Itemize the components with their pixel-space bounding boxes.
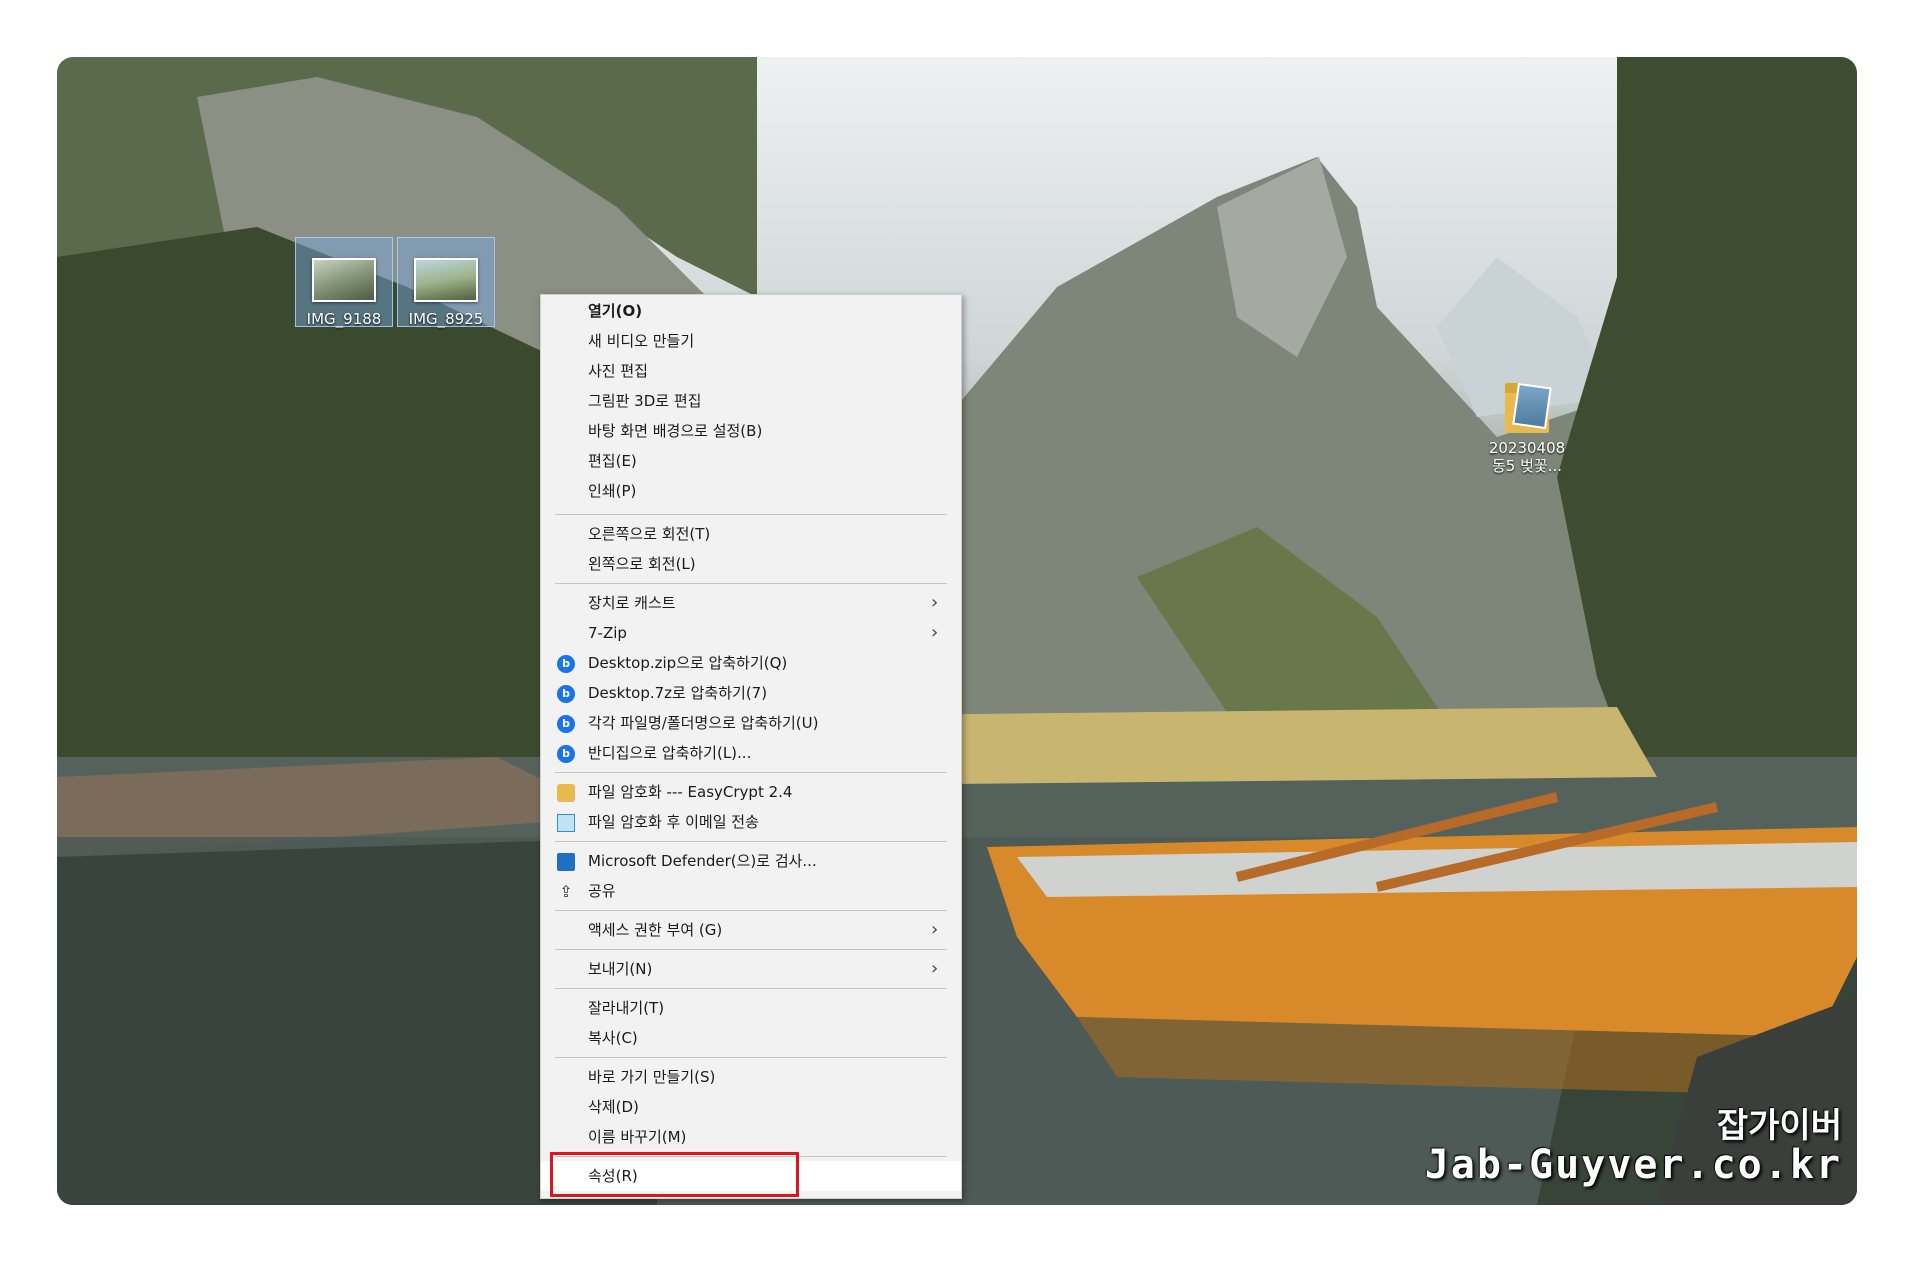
menu-item-print[interactable]: 인쇄(P): [541, 476, 961, 506]
menu-separator: [555, 583, 947, 584]
menu-item-rename[interactable]: 이름 바꾸기(M): [541, 1122, 961, 1152]
menu-item-compress-each[interactable]: b 각각 파일명/폴더명으로 압축하기(U): [541, 708, 961, 738]
menu-item-create-shortcut[interactable]: 바로 가기 만들기(S): [541, 1062, 961, 1092]
desktop-icon-label: IMG_9188: [306, 310, 382, 328]
menu-item-encrypt-email[interactable]: 파일 암호화 후 이메일 전송: [541, 807, 961, 837]
menu-item-compress-zip[interactable]: b Desktop.zip으로 압축하기(Q): [541, 648, 961, 678]
chevron-right-icon: ›: [931, 958, 939, 979]
image-thumbnail-icon: [414, 258, 478, 302]
menu-item-edit-paint3d[interactable]: 그림판 3D로 편집: [541, 386, 961, 416]
menu-item-grant-access[interactable]: 액세스 권한 부여 (G) ›: [541, 915, 961, 945]
menu-item-compress-bandizip[interactable]: b 반디집으로 압축하기(L)...: [541, 738, 961, 768]
menu-separator: [555, 772, 947, 773]
menu-separator: [555, 1057, 947, 1058]
share-icon: ⇪: [559, 882, 573, 901]
menu-item-share[interactable]: ⇪ 공유: [541, 876, 961, 906]
menu-item-delete[interactable]: 삭제(D): [541, 1092, 961, 1122]
desktop-icon-label-line2: 동5 벚꽃...: [1491, 457, 1563, 475]
menu-item-cast-to-device[interactable]: 장치로 캐스트 ›: [541, 588, 961, 618]
context-menu: 열기(O) 새 비디오 만들기 사진 편집 그림판 3D로 편집 바탕 화면 배…: [540, 294, 962, 1199]
menu-item-defender-scan[interactable]: Microsoft Defender(으)로 검사...: [541, 846, 961, 876]
desktop-icon-img-8925[interactable]: IMG_8925: [397, 237, 495, 328]
bandizip-icon: b: [557, 715, 575, 733]
menu-item-rotate-left[interactable]: 왼쪽으로 회전(L): [541, 549, 961, 579]
menu-separator: [555, 841, 947, 842]
menu-separator: [555, 949, 947, 950]
watermark-title: 잡가이버: [1716, 1106, 1842, 1146]
chevron-right-icon: ›: [931, 919, 939, 940]
mail-icon: [557, 814, 575, 832]
chevron-right-icon: ›: [931, 622, 939, 643]
lock-icon: [557, 784, 575, 802]
bandizip-icon: b: [557, 685, 575, 703]
image-thumbnail-icon: [312, 258, 376, 302]
menu-separator: [555, 988, 947, 989]
defender-shield-icon: [557, 853, 575, 871]
menu-item-open[interactable]: 열기(O): [541, 296, 961, 326]
desktop-icon-folder[interactable]: 20230408 동5 벚꽃...: [1479, 369, 1575, 479]
menu-separator: [555, 514, 947, 515]
bandizip-icon: b: [557, 745, 575, 763]
menu-separator: [555, 910, 947, 911]
menu-item-send-to[interactable]: 보내기(N) ›: [541, 954, 961, 984]
menu-item-7zip[interactable]: 7-Zip ›: [541, 618, 961, 648]
menu-item-encrypt-file[interactable]: 파일 암호화 --- EasyCrypt 2.4: [541, 777, 961, 807]
desktop-icon-img-9188[interactable]: IMG_9188: [295, 237, 393, 328]
menu-item-copy[interactable]: 복사(C): [541, 1023, 961, 1053]
watermark-url: Jab-Guyver.co.kr: [1424, 1142, 1842, 1188]
menu-item-cut[interactable]: 잘라내기(T): [541, 993, 961, 1023]
desktop-icon-label-line1: 20230408: [1488, 439, 1566, 457]
menu-item-new-video[interactable]: 새 비디오 만들기: [541, 326, 961, 356]
menu-item-rotate-right[interactable]: 오른쪽으로 회전(T): [541, 519, 961, 549]
folder-icon: [1505, 382, 1552, 433]
bandizip-icon: b: [557, 655, 575, 673]
menu-item-edit-photo[interactable]: 사진 편집: [541, 356, 961, 386]
menu-item-edit[interactable]: 편집(E): [541, 446, 961, 476]
menu-item-set-background[interactable]: 바탕 화면 배경으로 설정(B): [541, 416, 961, 446]
highlight-box: [550, 1152, 799, 1197]
menu-item-compress-7z[interactable]: b Desktop.7z로 압축하기(7): [541, 678, 961, 708]
desktop-icon-label: IMG_8925: [408, 310, 484, 328]
chevron-right-icon: ›: [931, 592, 939, 613]
